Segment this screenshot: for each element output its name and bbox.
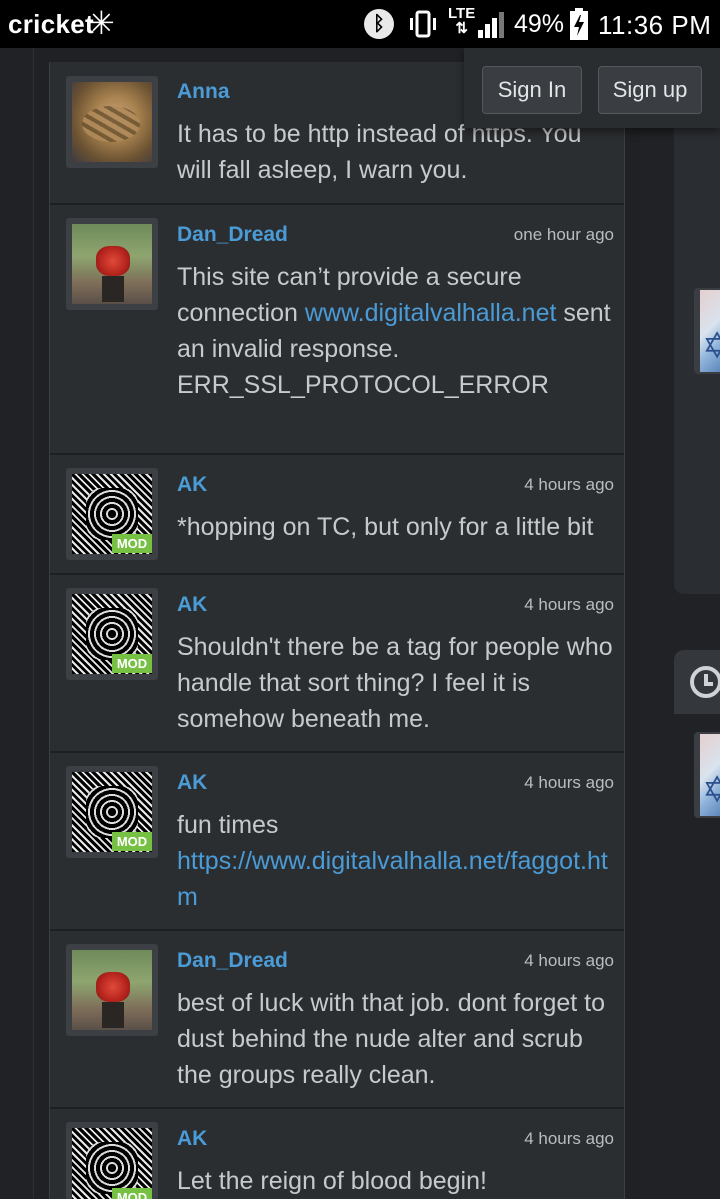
message-text: fun times https://www.digitalvalhalla.ne… xyxy=(177,807,617,915)
battery-charging-icon xyxy=(570,8,588,40)
sign-up-button[interactable]: Sign up xyxy=(598,66,702,114)
message-author[interactable]: Dan_Dread xyxy=(177,223,288,247)
red-figure-avatar-image xyxy=(72,950,152,1030)
message-author[interactable]: AK xyxy=(177,473,207,497)
message-link[interactable]: www.digitalvalhalla.net xyxy=(305,299,557,327)
message-author[interactable]: AK xyxy=(177,593,207,617)
carrier-label: cricket xyxy=(8,9,94,39)
avatar[interactable] xyxy=(66,76,158,168)
message-text: Shouldn't there be a tag for people who … xyxy=(177,633,613,733)
avatar[interactable]: MOD xyxy=(66,1122,158,1199)
sidebar-thumbnail[interactable]: ✡ xyxy=(694,732,720,818)
status-clock: 11:36 PM xyxy=(598,10,712,40)
message-timestamp: 4 hours ago xyxy=(524,475,614,494)
red-figure-avatar-image xyxy=(72,224,152,304)
battery-percent: 49% xyxy=(514,10,565,38)
mod-badge: MOD xyxy=(112,832,152,851)
message-author[interactable]: Dan_Dread xyxy=(177,949,288,973)
avatar[interactable]: MOD xyxy=(66,468,158,560)
avatar[interactable]: MOD xyxy=(66,588,158,680)
history-clock-icon[interactable] xyxy=(690,666,720,698)
avatar[interactable] xyxy=(66,218,158,310)
cat-avatar-image xyxy=(72,82,152,162)
message-text: best of luck with that job. dont forget … xyxy=(177,989,606,1089)
chat-message: Dan_Dread 4 hours ago best of luck with … xyxy=(50,931,624,1109)
chat-message: MOD AK 4 hours ago *hopping on TC, but o… xyxy=(50,455,624,575)
chat-feed[interactable]: Anna It has to be http instead of https.… xyxy=(49,62,625,1199)
status-bar: cricket ✳ ᛒ LTE ⇅ 49% 11:36 PM xyxy=(0,0,720,48)
mod-badge: MOD xyxy=(112,654,152,673)
message-author[interactable]: AK xyxy=(177,771,207,795)
sign-in-button[interactable]: Sign In xyxy=(482,66,582,114)
message-timestamp: 4 hours ago xyxy=(524,951,614,970)
mod-badge: MOD xyxy=(112,534,152,553)
message-author[interactable]: Anna xyxy=(177,80,230,104)
signal-icon xyxy=(478,12,504,38)
chat-message: Dan_Dread one hour ago This site can’t p… xyxy=(50,205,624,455)
message-text: Let the reign of blood begin! xyxy=(177,1167,487,1195)
left-rail xyxy=(0,48,34,1199)
carrier-logo-icon: ✳ xyxy=(88,5,115,41)
sidebar-thumbnail[interactable]: ✡ xyxy=(694,288,720,374)
message-timestamp: 4 hours ago xyxy=(524,773,614,792)
message-timestamp: one hour ago xyxy=(513,225,614,244)
avatar[interactable]: MOD xyxy=(66,766,158,858)
auth-bar: Sign In Sign up xyxy=(464,48,720,128)
message-text: This site can’t provide a secure connect… xyxy=(177,259,617,403)
bluetooth-icon: ᛒ xyxy=(364,9,394,39)
avatar[interactable] xyxy=(66,944,158,1036)
message-text: *hopping on TC, but only for a little bi… xyxy=(177,513,594,541)
chat-message: MOD AK 4 hours ago fun times https://www… xyxy=(50,753,624,931)
message-text-part: fun times xyxy=(177,811,279,839)
mod-badge: MOD xyxy=(112,1188,152,1199)
message-author[interactable]: AK xyxy=(177,1127,207,1151)
message-timestamp: 4 hours ago xyxy=(524,595,614,614)
chat-message: MOD AK 4 hours ago Shouldn't there be a … xyxy=(50,575,624,753)
vibrate-icon xyxy=(410,10,436,38)
message-timestamp: 4 hours ago xyxy=(524,1129,614,1148)
chat-message: MOD AK 4 hours ago Let the reign of bloo… xyxy=(50,1109,624,1199)
message-link[interactable]: https://www.digitalvalhalla.net/faggot.h… xyxy=(177,847,608,911)
lte-icon: LTE ⇅ xyxy=(448,5,476,37)
